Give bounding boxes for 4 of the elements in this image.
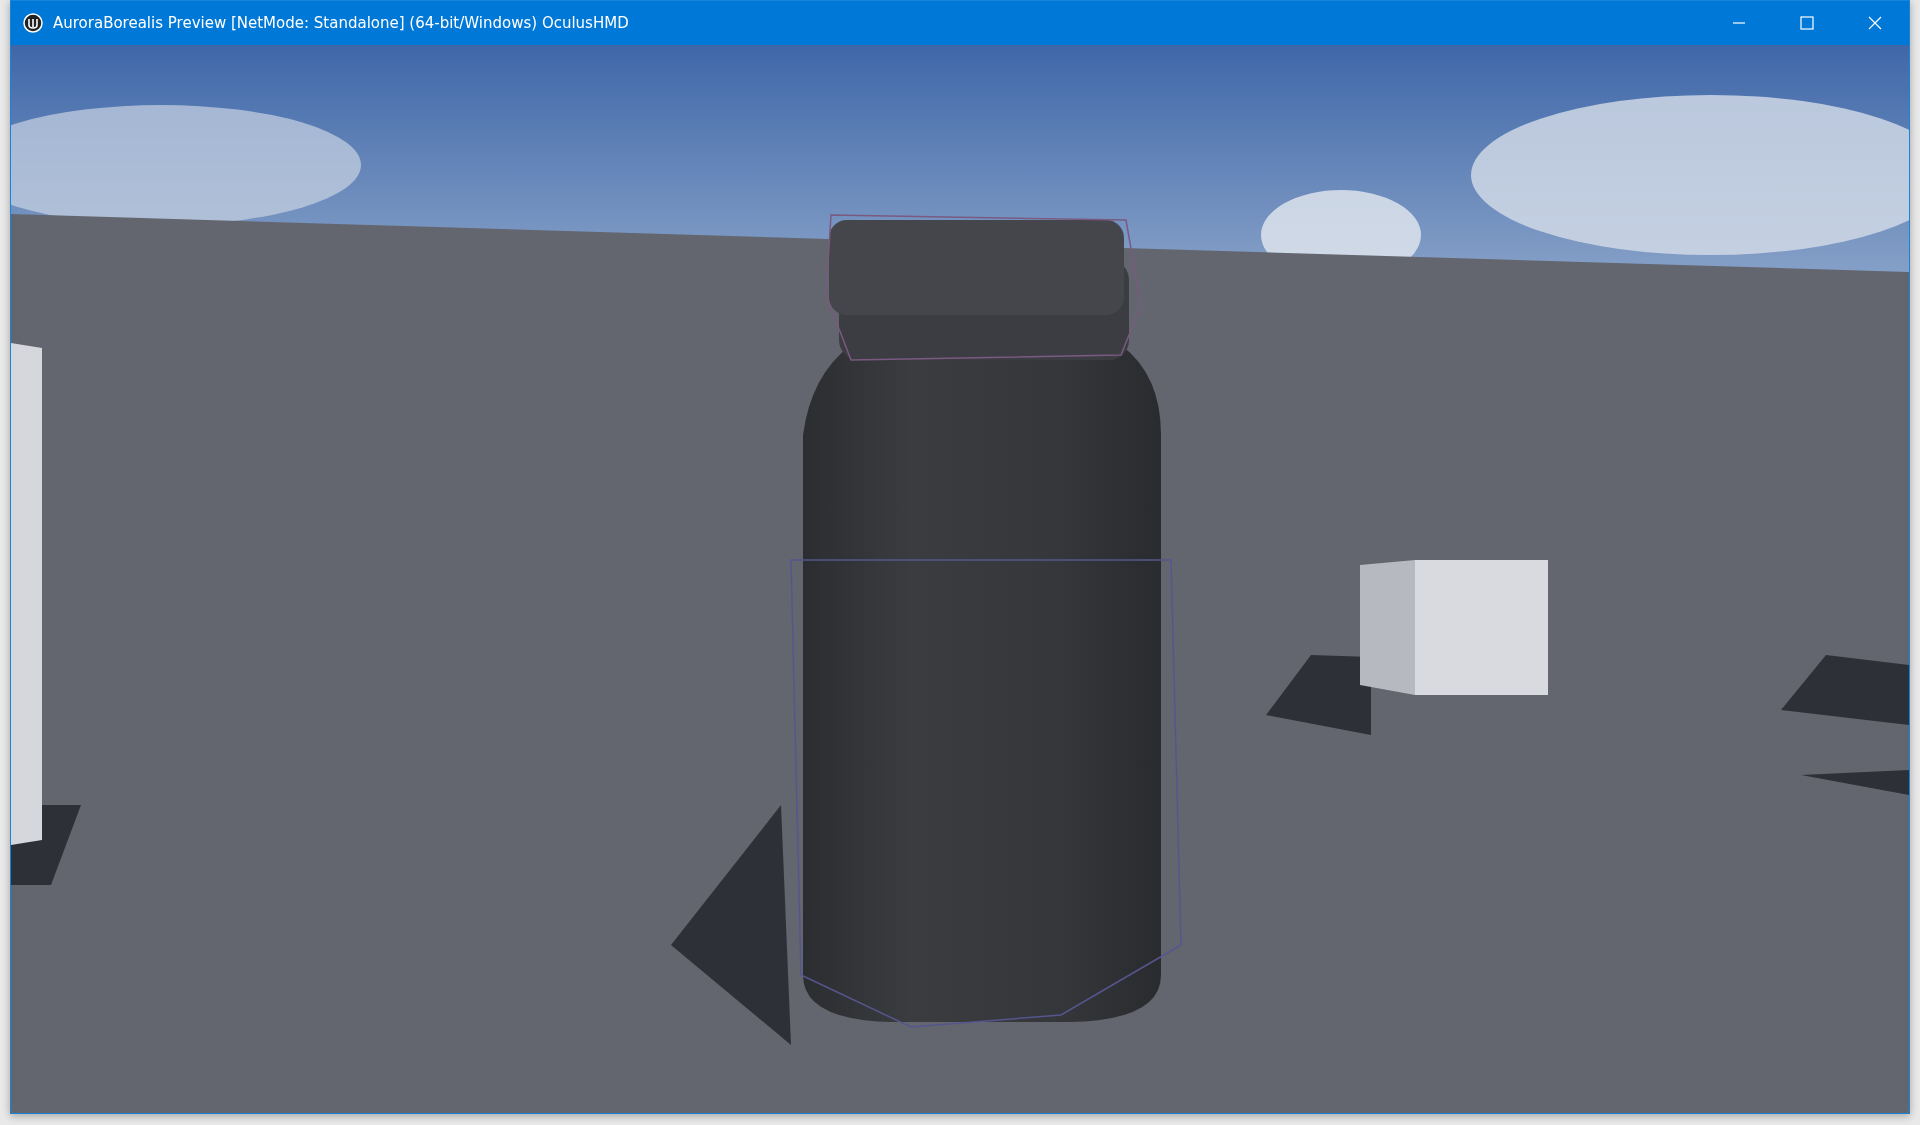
maximize-icon xyxy=(1800,16,1814,30)
close-icon xyxy=(1868,16,1882,30)
window-title: AuroraBorealis Preview [NetMode: Standalone] (64-bit/Windows) OculusHMD xyxy=(53,14,629,32)
engine-logo-icon xyxy=(23,13,43,33)
